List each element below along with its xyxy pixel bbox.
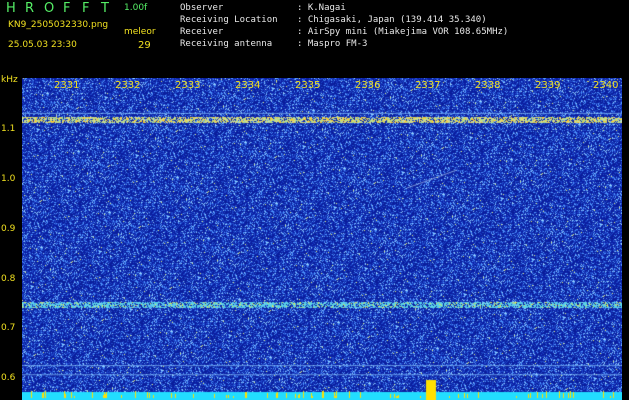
title-letter: F (63, 1, 71, 16)
y-axis: kHz 1.1 1.0 0.9 0.8 0.7 0.6 (0, 75, 22, 400)
y-tick-label: 0.6 (1, 373, 16, 383)
title-letter: H (6, 1, 16, 16)
y-tick-label: 0.7 (1, 323, 16, 333)
x-tick-label: 2338 (475, 80, 501, 91)
title-letter: F (82, 1, 90, 16)
title-letter: O (44, 1, 55, 16)
datetime-label: 25.05.03 23:30 (8, 40, 77, 50)
info-value: : Chigasaki, Japan (139.414 35.340) (297, 15, 487, 25)
title-letter: T (101, 1, 109, 16)
title-letter: R (25, 1, 35, 16)
mode-label: meleor (124, 27, 156, 37)
info-label: Observer (180, 3, 224, 13)
info-value: : AirSpy mini (Miakejima VOR 108.65MHz) (297, 27, 509, 37)
spectrogram-plot (22, 78, 622, 400)
spectrogram-canvas (22, 78, 622, 400)
count-label: 29 (138, 40, 151, 51)
right-margin (622, 78, 629, 400)
y-tick-label: 0.8 (1, 274, 16, 284)
y-unit-label: kHz (1, 75, 18, 85)
y-tick-label: 1.0 (1, 174, 16, 184)
info-label: Receiving antenna (180, 39, 273, 49)
info-label: Receiving Location (180, 15, 278, 25)
x-tick-label: 2331 (54, 80, 80, 91)
info-label: Receiver (180, 27, 224, 37)
x-tick-label: 2339 (535, 80, 561, 91)
filename-label: KN9_2505032330.png (8, 20, 109, 30)
x-tick-label: 2334 (235, 80, 261, 91)
x-tick-label: 2337 (415, 80, 441, 91)
x-tick-label: 2332 (115, 80, 141, 91)
x-tick-label: 2336 (355, 80, 381, 91)
y-tick-label: 1.1 (1, 124, 16, 134)
x-tick-label: 2333 (175, 80, 201, 91)
version-label: 1.00f (124, 3, 148, 13)
y-tick-label: 0.9 (1, 224, 16, 234)
x-tick-label: 2335 (295, 80, 321, 91)
info-value: : Maspro FM-3 (297, 39, 368, 49)
info-value: : K.Nagai (297, 3, 346, 13)
header-panel: H R O F F T 1.00f KN9_2505032330.png mel… (0, 0, 629, 78)
x-tick-label: 2340 (593, 80, 619, 91)
